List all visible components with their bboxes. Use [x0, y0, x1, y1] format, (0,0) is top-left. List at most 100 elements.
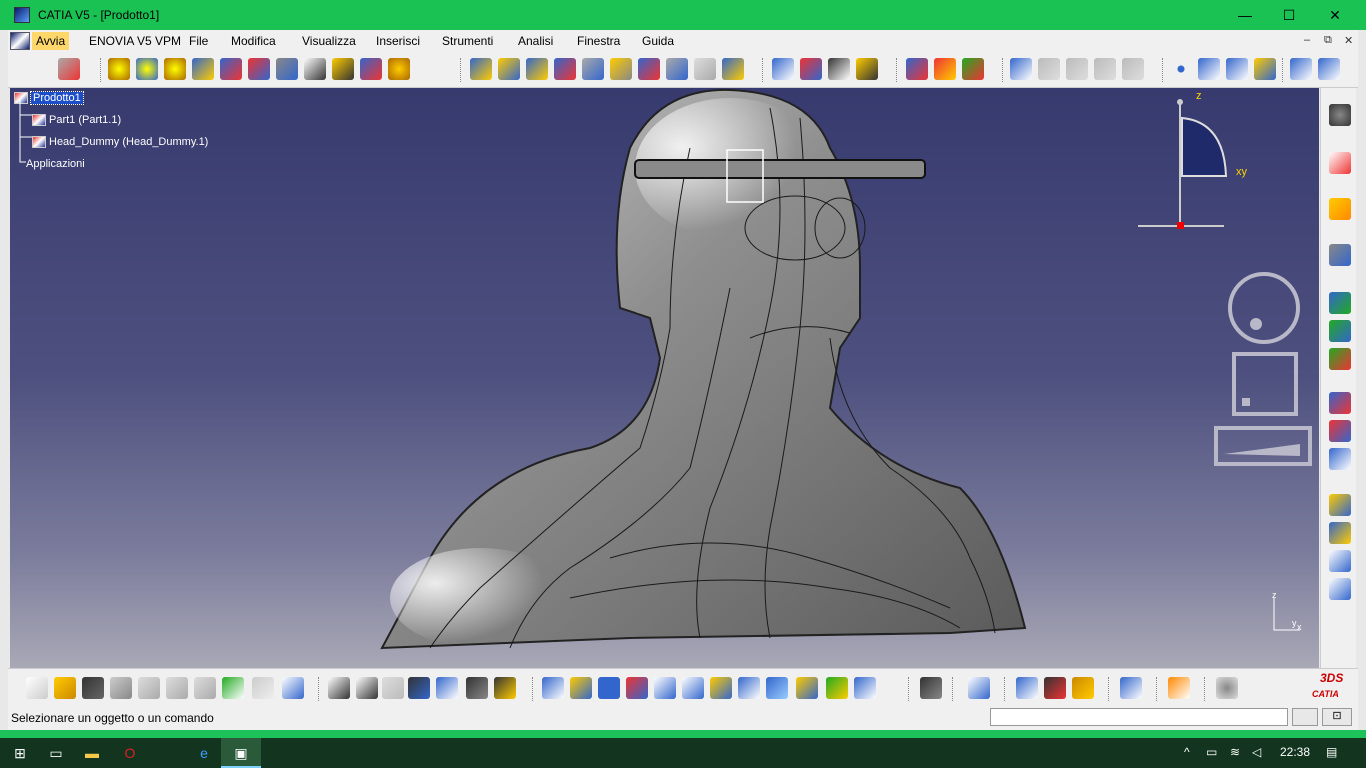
rotate-widget-icon[interactable] — [1228, 272, 1300, 344]
new-product-icon[interactable] — [136, 58, 158, 80]
measure-icon[interactable] — [856, 58, 878, 80]
edit-icon[interactable] — [610, 58, 632, 80]
multi-instantiation-icon[interactable] — [360, 58, 382, 80]
3d-viewport[interactable]: Prodotto1 Part1 (Part1.1) Head_Dummy (He… — [10, 88, 1319, 668]
battery-icon[interactable]: ▭ — [1206, 745, 1217, 759]
save-icon[interactable] — [82, 677, 104, 699]
undo-icon[interactable] — [222, 677, 244, 699]
swap-visible-space-icon[interactable] — [854, 677, 876, 699]
publication-icon[interactable] — [1010, 58, 1032, 80]
menu-analisi[interactable]: Analisi — [518, 34, 553, 48]
zoom-in-icon[interactable] — [654, 677, 676, 699]
bill-of-material-icon[interactable] — [304, 58, 326, 80]
menu-finestra[interactable]: Finestra — [577, 34, 620, 48]
stop-manipulate-icon[interactable] — [582, 58, 604, 80]
explode-icon[interactable] — [554, 58, 576, 80]
pocket-icon[interactable] — [1329, 550, 1351, 572]
generate-numbering-icon[interactable] — [276, 58, 298, 80]
fast-multi-instantiation-icon[interactable] — [388, 58, 410, 80]
workbench-icon[interactable] — [58, 58, 80, 80]
menu-avvia[interactable]: Avvia — [32, 32, 70, 50]
split-icon[interactable] — [1329, 494, 1351, 516]
tree-node-part1[interactable]: Part1 (Part1.1) — [32, 114, 121, 127]
update-icon[interactable] — [694, 58, 716, 80]
table-icon[interactable] — [408, 677, 430, 699]
power-input-button[interactable]: ⊡ — [1322, 708, 1352, 726]
new-file-icon[interactable] — [26, 677, 48, 699]
measure-inertia-icon[interactable] — [1072, 677, 1094, 699]
annotation-icon[interactable] — [1038, 58, 1060, 80]
flag-note-icon[interactable] — [1122, 58, 1144, 80]
opera-icon[interactable]: O — [110, 738, 150, 768]
constraint-offset-icon[interactable] — [1329, 348, 1351, 370]
tree-expansion-icon[interactable] — [436, 677, 458, 699]
distance-analysis-icon[interactable] — [828, 58, 850, 80]
constraint-angle-icon[interactable] — [1329, 392, 1351, 414]
pdf-icon[interactable] — [1329, 152, 1351, 174]
redo-icon[interactable] — [252, 677, 274, 699]
menu-inserisci[interactable]: Inserisci — [376, 34, 420, 48]
catia-taskbar-icon[interactable]: ▣ — [221, 738, 261, 768]
settings-gear-icon[interactable] — [1329, 104, 1351, 126]
clock[interactable]: 22:38 — [1280, 745, 1310, 759]
compass[interactable] — [1134, 92, 1244, 232]
snap-icon[interactable] — [498, 58, 520, 80]
menu-strumenti[interactable]: Strumenti — [442, 34, 493, 48]
new-part-icon[interactable] — [164, 58, 186, 80]
mdi-minimize-button[interactable]: – — [1304, 34, 1310, 46]
constraint-icon[interactable] — [638, 58, 660, 80]
plane-icon[interactable] — [1254, 58, 1276, 80]
lock-icon[interactable] — [466, 677, 488, 699]
comment-icon[interactable] — [356, 677, 378, 699]
manage-representations-icon[interactable] — [332, 58, 354, 80]
task-view-icon[interactable]: ▭ — [36, 738, 76, 768]
notifications-icon[interactable]: ▤ — [1326, 745, 1337, 759]
file-explorer-icon[interactable]: ▬ — [72, 738, 112, 768]
rotate-icon[interactable] — [626, 677, 648, 699]
update-all-icon[interactable] — [1216, 677, 1238, 699]
point-icon[interactable] — [1170, 58, 1192, 80]
command-options-button[interactable] — [1292, 708, 1318, 726]
axis-system-icon[interactable] — [1290, 58, 1312, 80]
cut-icon[interactable] — [138, 677, 160, 699]
edge-icon[interactable]: e — [184, 738, 224, 768]
weld-annotation-icon[interactable] — [1066, 58, 1088, 80]
camera-icon[interactable] — [920, 677, 942, 699]
graph-tree-reordering-icon[interactable] — [248, 58, 270, 80]
constraint-contact-icon[interactable] — [1329, 320, 1351, 342]
scenes-icon[interactable] — [906, 58, 928, 80]
multi-view-icon[interactable] — [738, 677, 760, 699]
manipulation-icon[interactable] — [470, 58, 492, 80]
list-icon[interactable] — [494, 677, 516, 699]
select-arrow-icon[interactable] — [1329, 198, 1351, 220]
existing-component-icon[interactable] — [192, 58, 214, 80]
wifi-icon[interactable]: ≋ — [1230, 745, 1240, 759]
work-on-support-icon[interactable] — [1120, 677, 1142, 699]
view-annotation-icon[interactable] — [1094, 58, 1116, 80]
apply-material-icon[interactable] — [934, 58, 956, 80]
curve-icon[interactable] — [1198, 58, 1220, 80]
pan-icon[interactable] — [598, 677, 620, 699]
menu-modifica[interactable]: Modifica — [231, 34, 276, 48]
menu-enovia[interactable]: ENOVIA V5 VPM — [89, 34, 181, 48]
close-button[interactable]: ✕ — [1312, 0, 1358, 30]
help-icon[interactable] — [282, 677, 304, 699]
hide-show-icon[interactable] — [826, 677, 848, 699]
formula-icon[interactable] — [328, 677, 350, 699]
surface-icon[interactable] — [1226, 58, 1248, 80]
document-menu-icon[interactable] — [10, 32, 30, 50]
tree-node-applications[interactable]: Applicazioni — [26, 158, 85, 170]
clash-icon[interactable] — [772, 58, 794, 80]
catalog-browser-icon[interactable] — [962, 58, 984, 80]
fix-together-icon[interactable] — [1329, 448, 1351, 470]
copy-icon[interactable] — [166, 677, 188, 699]
desk-icon[interactable] — [968, 677, 990, 699]
new-component-icon[interactable] — [108, 58, 130, 80]
knowledge-icon[interactable] — [382, 677, 404, 699]
reuse-pattern-icon[interactable] — [722, 58, 744, 80]
print-icon[interactable] — [110, 677, 132, 699]
paste-icon[interactable] — [194, 677, 216, 699]
sectioning-icon[interactable] — [800, 58, 822, 80]
add-icon[interactable] — [1329, 578, 1351, 600]
fly-mode-icon[interactable] — [542, 677, 564, 699]
